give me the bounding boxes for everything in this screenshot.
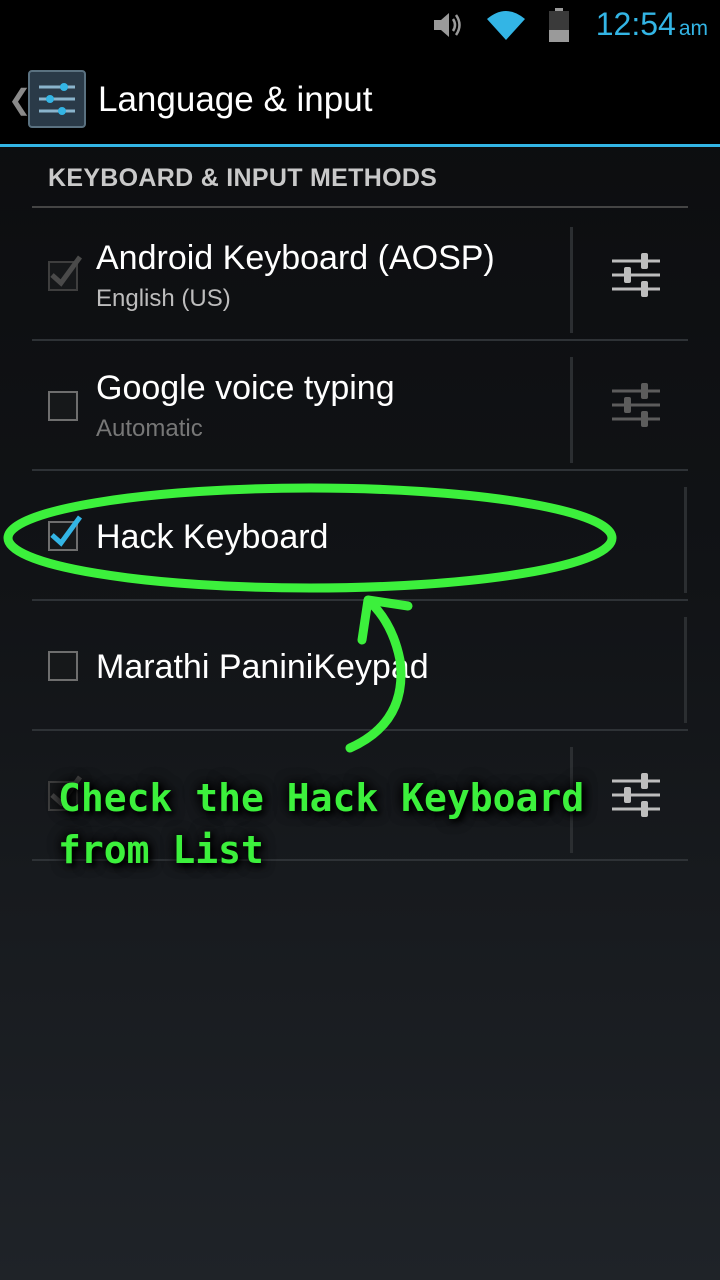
checkbox-marathi-paninikeypad[interactable] [48, 651, 78, 681]
checkmark-icon [50, 255, 83, 287]
input-method-title: Google voice typing [96, 369, 395, 407]
input-method-summary: English (US) [96, 285, 231, 312]
volume-icon [434, 13, 461, 37]
section-divider [32, 206, 688, 208]
annotation-text: Check the Hack Keyboard from List [58, 772, 584, 876]
status-icons [432, 8, 570, 42]
input-settings-icon[interactable] [610, 379, 662, 431]
vertical-divider [684, 617, 687, 723]
status-bar: 12:54 am [0, 0, 720, 50]
checkbox-android-keyboard[interactable] [48, 255, 83, 291]
row-divider [32, 599, 688, 601]
row-divider [32, 729, 688, 731]
row-divider [32, 339, 688, 341]
annotation-line-2: from List [58, 828, 264, 872]
status-clock: 12:54 am [596, 6, 708, 43]
annotation-line-1: Check the Hack Keyboard [58, 776, 585, 820]
input-method-android-keyboard[interactable]: Android Keyboard (AOSP) English (US) [32, 213, 688, 341]
action-bar: ❮ Language & input [0, 50, 720, 147]
input-method-title: Marathi PaniniKeypad [96, 648, 429, 686]
vertical-divider [570, 227, 573, 333]
battery-icon [549, 8, 569, 42]
settings-sliders-icon[interactable] [28, 70, 86, 128]
clock-time: 12:54 [595, 6, 676, 42]
section-header: KEYBOARD & INPUT METHODS [48, 164, 438, 192]
input-settings-icon[interactable] [610, 769, 662, 821]
input-settings-icon[interactable] [610, 249, 662, 301]
input-method-title: Android Keyboard (AOSP) [96, 239, 495, 277]
vertical-divider [684, 487, 687, 593]
checkmark-icon [50, 515, 83, 547]
row-divider [32, 469, 688, 471]
input-method-summary: Automatic [96, 415, 203, 442]
input-method-hack-keyboard[interactable]: Hack Keyboard [32, 473, 688, 601]
input-method-title: Hack Keyboard [96, 518, 329, 556]
clock-ampm: am [678, 17, 708, 40]
page-title: Language & input [98, 80, 373, 119]
wifi-icon [487, 11, 525, 40]
input-method-google-voice-typing[interactable]: Google voice typing Automatic [32, 343, 688, 471]
checkbox-hack-keyboard[interactable] [48, 515, 83, 551]
vertical-divider [570, 357, 573, 463]
input-method-marathi-paninikeypad[interactable]: Marathi PaniniKeypad [32, 603, 688, 731]
checkbox-google-voice-typing[interactable] [48, 391, 78, 421]
